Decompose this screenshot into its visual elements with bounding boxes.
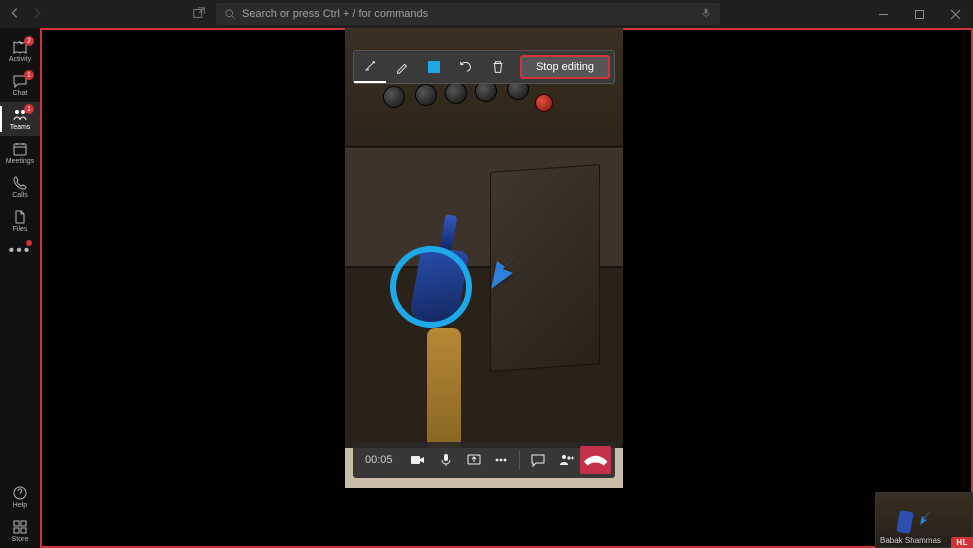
window-minimize-button[interactable]: [865, 0, 901, 28]
open-chat-button[interactable]: [524, 442, 552, 478]
badge: 2: [24, 36, 34, 46]
participant-name-label: Babak Shammas: [880, 536, 941, 545]
popout-icon[interactable]: [192, 6, 206, 23]
rail-chat[interactable]: Chat 1: [0, 68, 40, 102]
notification-dot: [26, 240, 32, 246]
window-close-button[interactable]: [937, 0, 973, 28]
app-rail: Activity 2 Chat 1 Teams 1 Meetings Calls…: [0, 28, 40, 548]
rail-more-button[interactable]: •••: [0, 238, 40, 264]
show-participants-button[interactable]: [552, 442, 580, 478]
share-screen-button[interactable]: [460, 442, 488, 478]
more-actions-button[interactable]: [488, 442, 516, 478]
call-timer: 00:05: [353, 454, 405, 466]
nav-back-button[interactable]: [8, 6, 22, 23]
call-stage: Stop editing 00:05 Babak Shammas HL: [40, 28, 973, 548]
remote-video: Stop editing 00:05: [345, 28, 623, 488]
annotation-circle: [390, 246, 472, 328]
tool-arrow-pointer[interactable]: [354, 51, 386, 83]
rail-help[interactable]: Help: [0, 480, 40, 514]
hang-up-button[interactable]: [580, 446, 611, 474]
rail-files[interactable]: Files: [0, 204, 40, 238]
call-control-bar: 00:05: [353, 442, 615, 478]
badge: 1: [24, 70, 34, 80]
search-bar[interactable]: Search or press Ctrl + / for commands: [216, 3, 720, 25]
rail-calls[interactable]: Calls: [0, 170, 40, 204]
presence-badge: HL: [951, 537, 973, 548]
badge: 1: [24, 104, 34, 114]
window-maximize-button[interactable]: [901, 0, 937, 28]
title-bar: Search or press Ctrl + / for commands: [0, 0, 973, 28]
tool-delete[interactable]: [482, 51, 514, 83]
tool-color[interactable]: [418, 51, 450, 83]
tool-undo[interactable]: [450, 51, 482, 83]
stop-editing-button[interactable]: Stop editing: [520, 55, 610, 79]
separator: [519, 450, 520, 470]
annotation-arrow: [483, 233, 533, 293]
toggle-camera-button[interactable]: [405, 442, 433, 478]
rail-teams[interactable]: Teams 1: [0, 102, 40, 136]
toggle-mic-button[interactable]: [432, 442, 460, 478]
mic-icon[interactable]: [700, 7, 712, 22]
rail-meetings[interactable]: Meetings: [0, 136, 40, 170]
rail-activity[interactable]: Activity 2: [0, 34, 40, 68]
nav-forward-button[interactable]: [30, 6, 44, 23]
tool-pen[interactable]: [386, 51, 418, 83]
color-swatch-icon: [428, 61, 440, 73]
search-placeholder: Search or press Ctrl + / for commands: [242, 8, 694, 20]
rail-store[interactable]: Store: [0, 514, 40, 548]
annotation-toolbar: Stop editing: [353, 50, 615, 84]
